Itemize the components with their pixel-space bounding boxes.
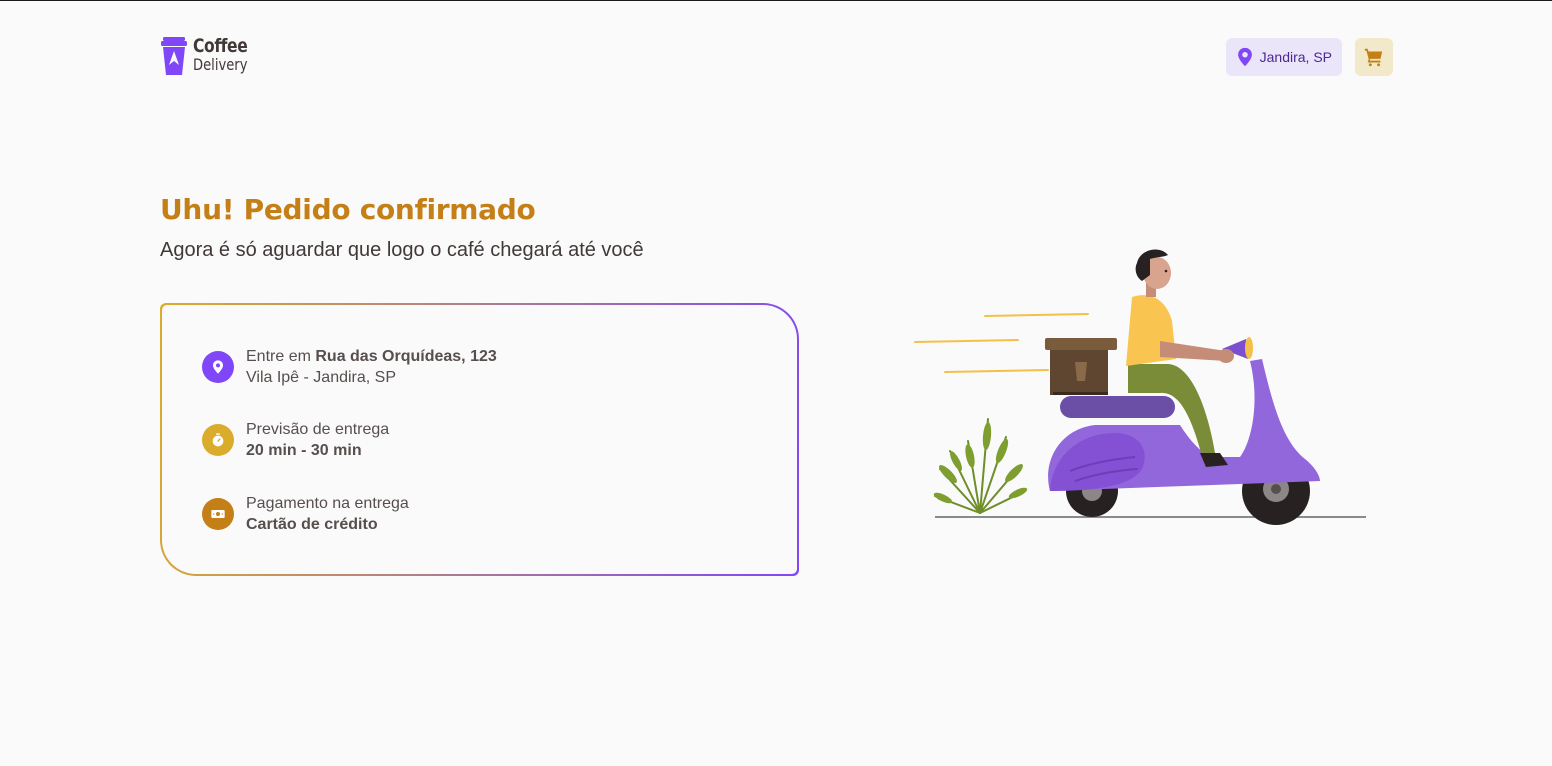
map-pin-icon: [1237, 47, 1252, 67]
timer-icon: [212, 433, 224, 447]
page-title: Uhu! Pedido confirmado: [160, 193, 536, 226]
shopping-cart-icon: [1364, 48, 1383, 67]
address-text: Entre em Rua das Orquídeas, 123 Vila Ipê…: [246, 346, 497, 388]
location-label: Jandira, SP: [1259, 49, 1332, 65]
delivery-scooter-illustration: [914, 249, 1366, 525]
logo[interactable]: Coffee Delivery: [160, 37, 259, 75]
header-actions: Jandira, SP: [1225, 38, 1393, 76]
delivery-label: Previsão de entrega: [246, 421, 390, 438]
payment-text: Pagamento na entrega Cartão de crédito: [246, 493, 409, 535]
delivery-text: Previsão de entrega 20 min - 30 min: [246, 419, 389, 461]
location-button[interactable]: Jandira, SP: [1225, 38, 1342, 76]
address-district: Vila Ipê - Jandira, SP: [246, 369, 397, 386]
delivery-value: 20 min - 30 min: [246, 442, 362, 459]
address-street: Rua das Orquídeas, 123: [315, 348, 497, 365]
header: Coffee Delivery Jandira, SP: [160, 33, 1393, 83]
info-payment: Pagamento na entrega Cartão de crédito: [202, 493, 409, 535]
logo-line-2: Delivery: [193, 55, 248, 74]
currency-dollar-icon: [211, 510, 225, 518]
logo-text: Coffee Delivery: [193, 37, 259, 73]
payment-icon-badge: [202, 498, 234, 530]
order-info-card: Entre em Rua das Orquídeas, 123 Vila Ipê…: [160, 303, 799, 576]
address-prefix: Entre em: [246, 348, 316, 365]
order-info-card-body: Entre em Rua das Orquídeas, 123 Vila Ipê…: [162, 305, 797, 574]
map-pin-icon: [213, 360, 223, 374]
address-icon-badge: [202, 351, 234, 383]
delivery-icon-badge: [202, 424, 234, 456]
logo-line-1: Coffee: [193, 35, 248, 57]
payment-value: Cartão de crédito: [246, 516, 378, 533]
page-subtitle: Agora é só aguardar que logo o café cheg…: [160, 239, 644, 261]
coffee-cup-logo-icon: [161, 37, 187, 75]
payment-label: Pagamento na entrega: [246, 495, 409, 512]
cart-button[interactable]: [1355, 38, 1393, 76]
info-delivery: Previsão de entrega 20 min - 30 min: [202, 419, 389, 461]
info-address: Entre em Rua das Orquídeas, 123 Vila Ipê…: [202, 346, 497, 388]
